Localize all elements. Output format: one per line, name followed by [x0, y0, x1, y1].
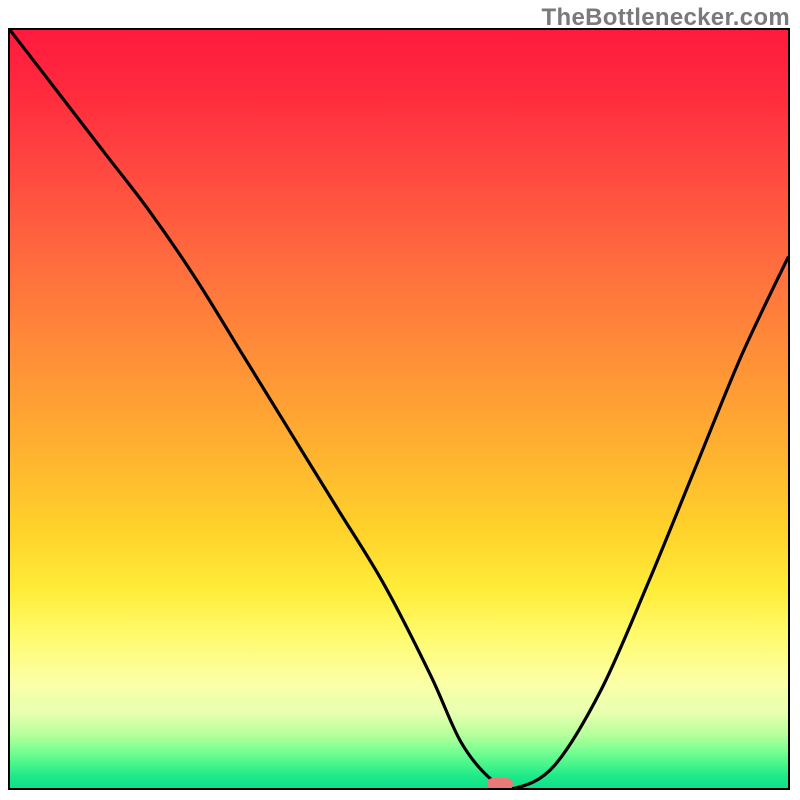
plot-area	[10, 30, 788, 788]
background-gradient	[10, 30, 788, 788]
watermark-text: TheBottlenecker.com	[542, 4, 790, 32]
chart-stage: TheBottlenecker.com	[0, 0, 800, 800]
